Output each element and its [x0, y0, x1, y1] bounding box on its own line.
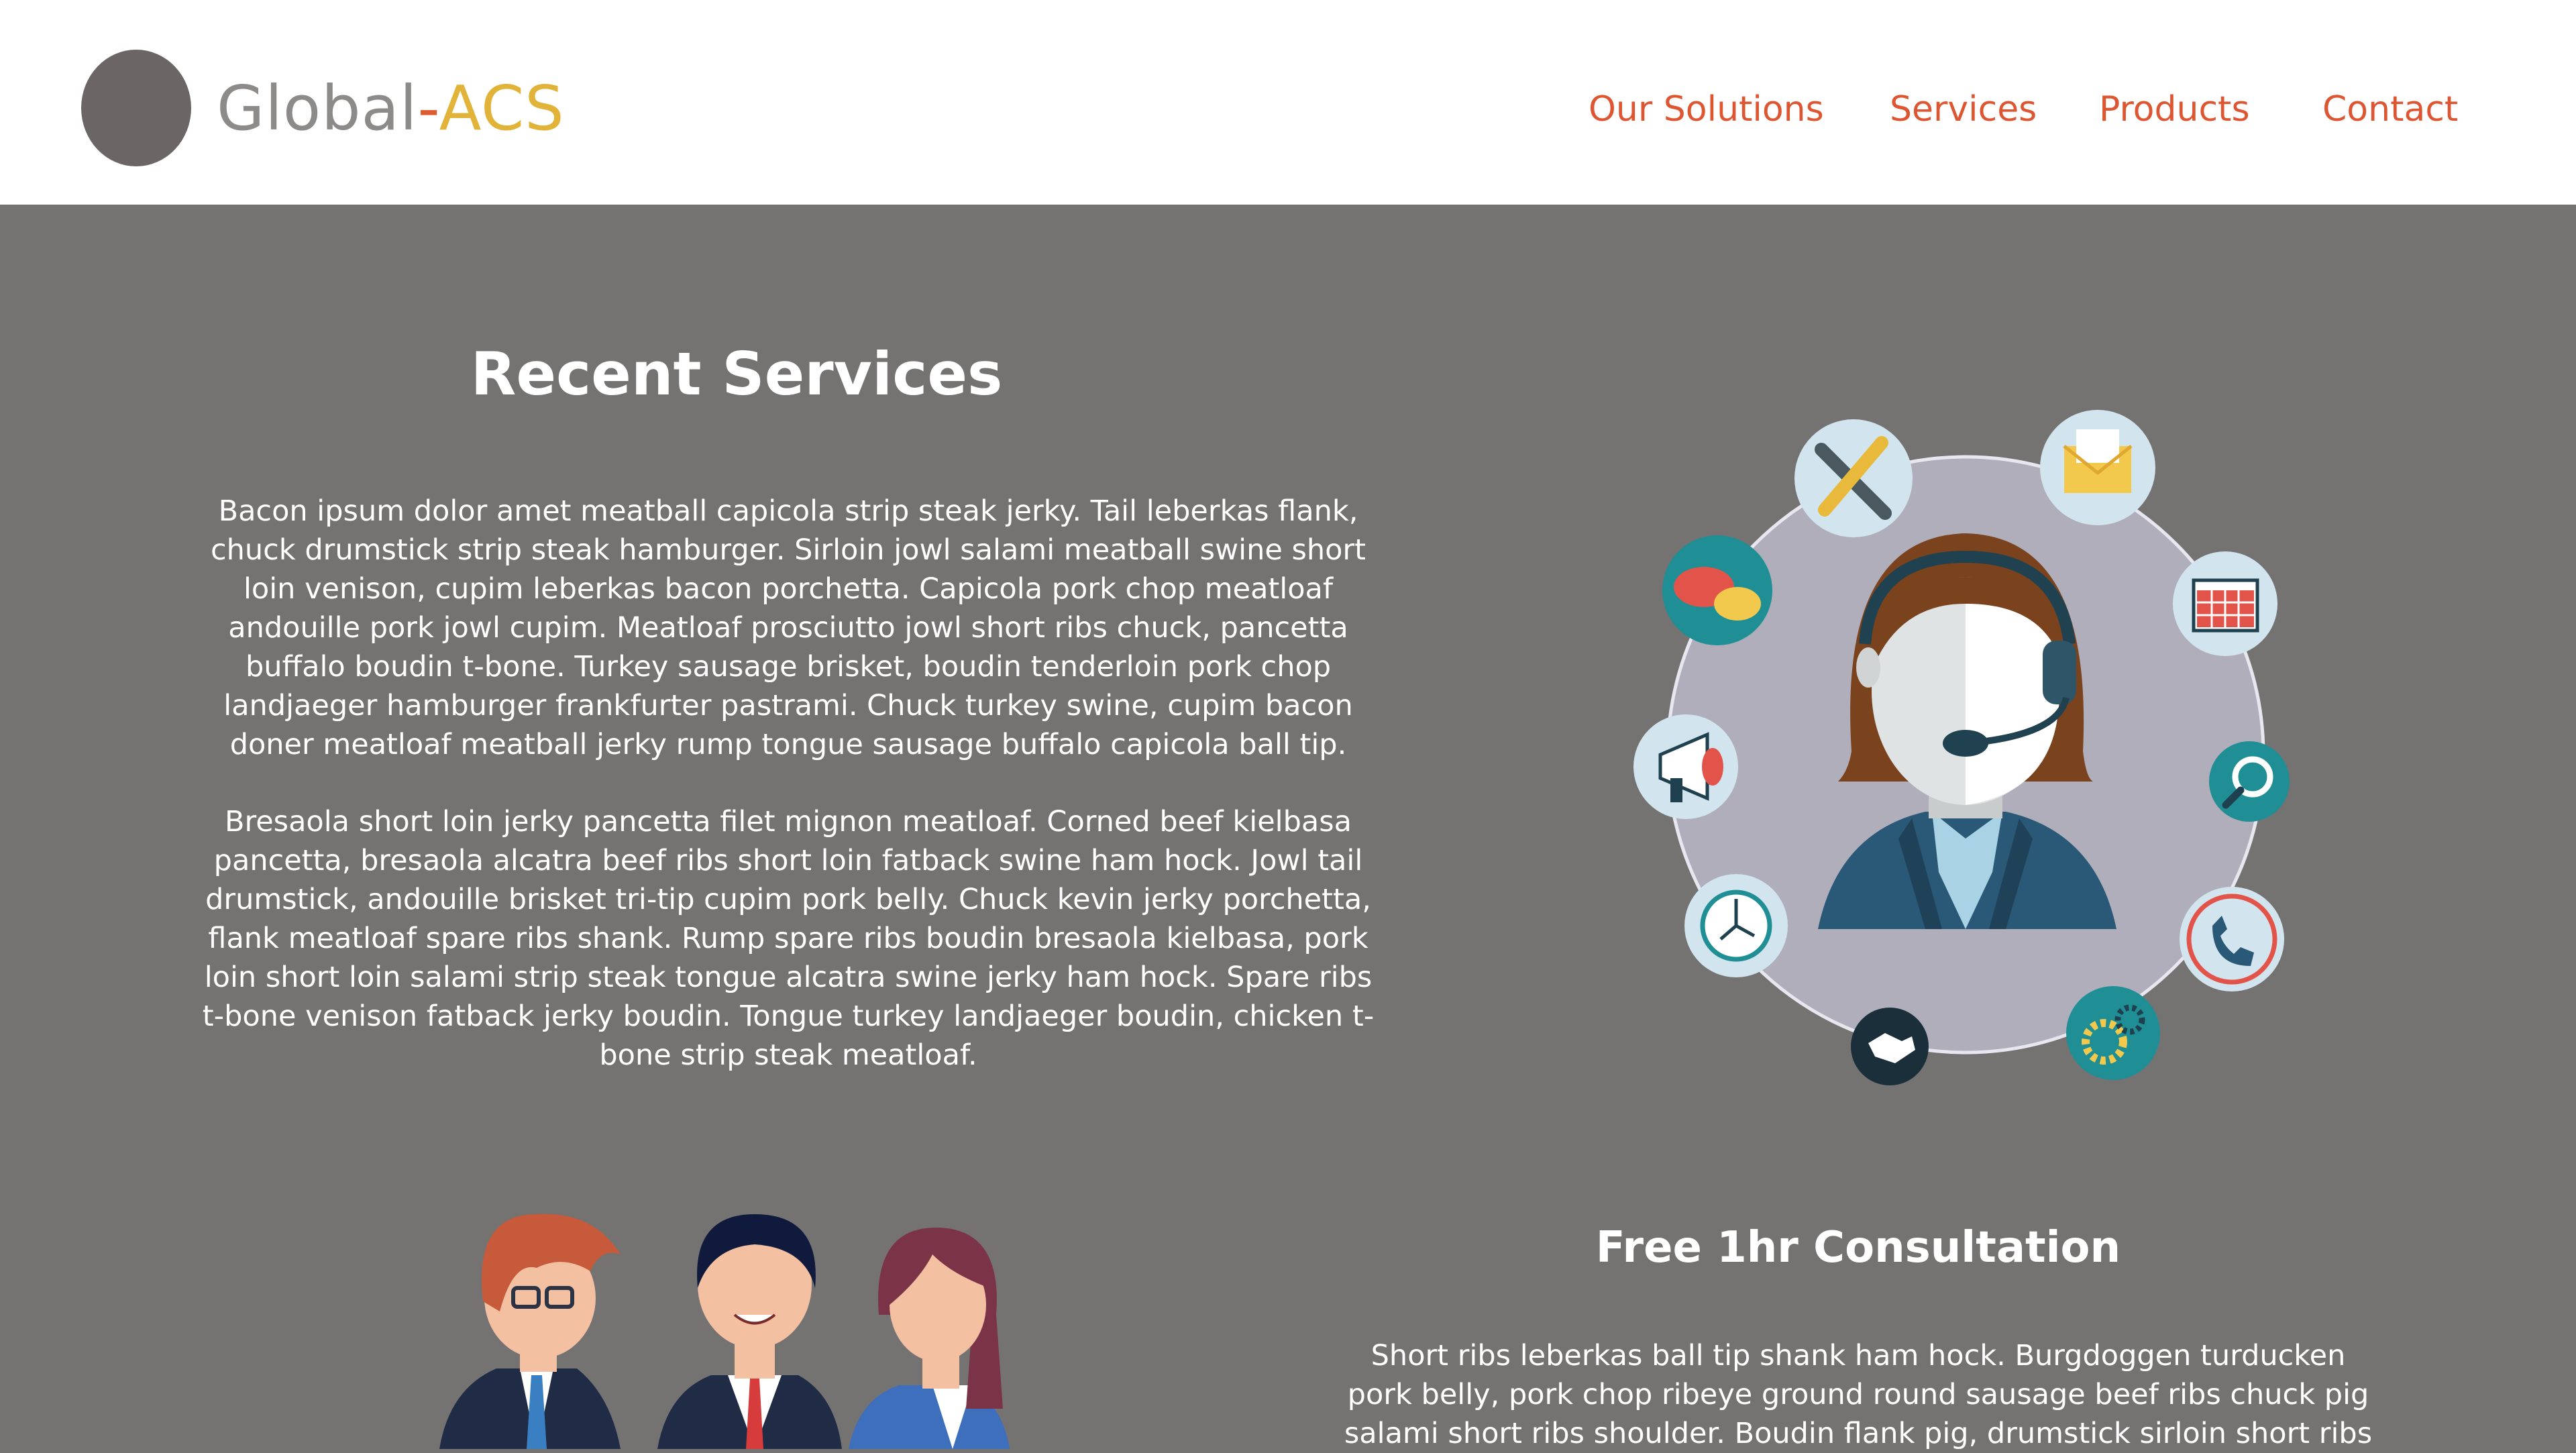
site-header: Global-ACS Our Solutions Services Produc…	[0, 0, 2576, 205]
consultation-paragraph: Short ribs leberkas ball tip shank ham h…	[1344, 1339, 2373, 1450]
handshake-icon	[1851, 1008, 1929, 1085]
gears-icon	[2066, 986, 2160, 1080]
chat-icon	[1662, 535, 1772, 645]
envelope-icon	[2040, 410, 2155, 525]
brand-dash: -	[417, 72, 439, 144]
team-member-left-avatar	[439, 1214, 621, 1449]
brand-accent: ACS	[439, 72, 565, 144]
nav-contact[interactable]: Contact	[2322, 86, 2458, 133]
team-member-right-avatar	[849, 1228, 1010, 1449]
nav-services[interactable]: Services	[1890, 86, 2037, 133]
calendar-icon	[2173, 551, 2277, 656]
brand-primary: Global	[217, 72, 418, 144]
recent-services-paragraph-1: Bacon ipsum dolor amet meatball capicola…	[211, 494, 1366, 761]
support-illustration	[1633, 410, 2290, 1085]
clock-icon	[1684, 874, 1788, 977]
team-member-center-avatar	[657, 1214, 842, 1449]
tools-icon	[1794, 419, 1913, 537]
brand-name[interactable]: Global-ACS	[217, 68, 565, 149]
nav-our-solutions[interactable]: Our Solutions	[1589, 86, 1824, 133]
phone-icon	[2180, 887, 2284, 991]
team-illustration	[439, 1214, 1010, 1449]
logo-mark[interactable]	[81, 50, 191, 166]
recent-services-paragraph-2: Bresaola short loin jerky pancetta filet…	[202, 805, 1375, 1072]
consultation-title: Free 1hr Consultation	[1595, 1223, 2121, 1273]
nav-products[interactable]: Products	[2099, 86, 2250, 133]
megaphone-icon	[1633, 714, 1738, 819]
settings-search-icon	[2209, 741, 2290, 822]
recent-services-title: Recent Services	[470, 339, 1003, 409]
